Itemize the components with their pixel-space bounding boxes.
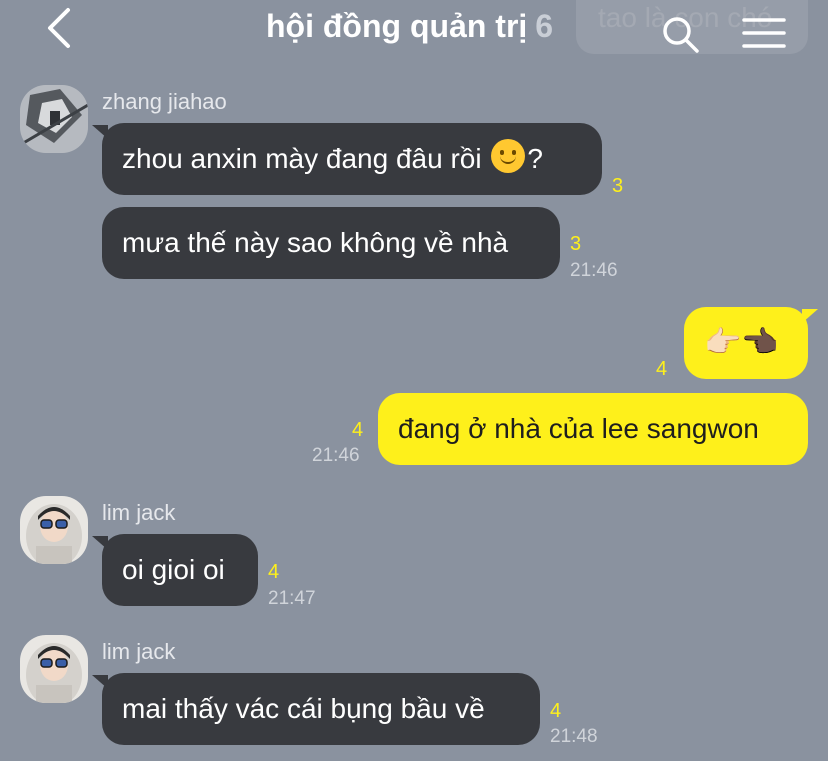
unread-count: 3 bbox=[612, 175, 624, 197]
message-text: mai thấy vác cái bụng bầu về bbox=[122, 693, 485, 724]
avatar-lim-jack[interactable] bbox=[20, 496, 88, 564]
unread-count: 4 bbox=[268, 561, 280, 583]
smile-emoji-icon bbox=[491, 139, 526, 173]
sender-name: zhang jiahao bbox=[102, 89, 227, 114]
bubble-tail bbox=[92, 675, 108, 689]
member-count: 6 bbox=[535, 8, 554, 44]
message-bubble[interactable]: oi gioi oi bbox=[92, 534, 258, 606]
menu-button[interactable] bbox=[742, 16, 786, 50]
bubble-tail bbox=[92, 125, 108, 139]
avatar-zhang-jiahao[interactable] bbox=[20, 85, 88, 153]
chat-header: tao là con chó hội đồng quản trị 6 bbox=[0, 0, 828, 62]
message-text: mưa thế này sao không về nhà bbox=[122, 227, 509, 258]
message-bubble[interactable]: mưa thế này sao không về nhà bbox=[102, 207, 560, 279]
search-button[interactable] bbox=[660, 14, 700, 54]
message-text: 👉🏻👈🏿 bbox=[704, 326, 779, 359]
sender-name: lim jack bbox=[102, 500, 176, 525]
unread-count: 4 bbox=[656, 358, 668, 380]
message-time: 21:47 bbox=[268, 588, 316, 609]
message-time: 21:46 bbox=[570, 260, 618, 281]
back-button[interactable] bbox=[40, 6, 80, 50]
unread-count: 4 bbox=[352, 419, 364, 441]
message-bubble-outgoing[interactable]: 👉🏻👈🏿 bbox=[684, 307, 818, 379]
bubble-tail bbox=[802, 309, 818, 323]
bubble-tail bbox=[92, 536, 108, 550]
message-text: đang ở nhà của lee sangwon bbox=[398, 413, 759, 444]
profile-photo-icon bbox=[20, 496, 88, 564]
message-bubble-outgoing[interactable]: đang ở nhà của lee sangwon bbox=[378, 393, 808, 465]
unread-count: 3 bbox=[570, 233, 582, 255]
profile-photo-icon bbox=[20, 85, 88, 153]
hamburger-menu-icon bbox=[742, 18, 786, 48]
chat-title: hội đồng quản trị 6 bbox=[266, 8, 553, 45]
chat-name: hội đồng quản trị bbox=[266, 8, 528, 44]
message-text-suffix: ? bbox=[527, 143, 543, 174]
message-time: 21:48 bbox=[550, 726, 598, 747]
message-bubble[interactable]: zhou anxin mày đang đâu rồi ? bbox=[92, 123, 602, 195]
sender-name: lim jack bbox=[102, 639, 176, 664]
search-icon bbox=[663, 17, 699, 53]
chevron-left-icon bbox=[48, 8, 70, 48]
message-text: zhou anxin mày đang đâu rồi bbox=[122, 143, 482, 174]
message-bubble[interactable]: mai thấy vác cái bụng bầu về bbox=[92, 673, 540, 745]
unread-count: 4 bbox=[550, 700, 562, 722]
message-text: oi gioi oi bbox=[122, 554, 225, 585]
avatar-lim-jack[interactable] bbox=[20, 635, 88, 703]
profile-photo-icon bbox=[20, 635, 88, 703]
message-time: 21:46 bbox=[312, 445, 360, 466]
